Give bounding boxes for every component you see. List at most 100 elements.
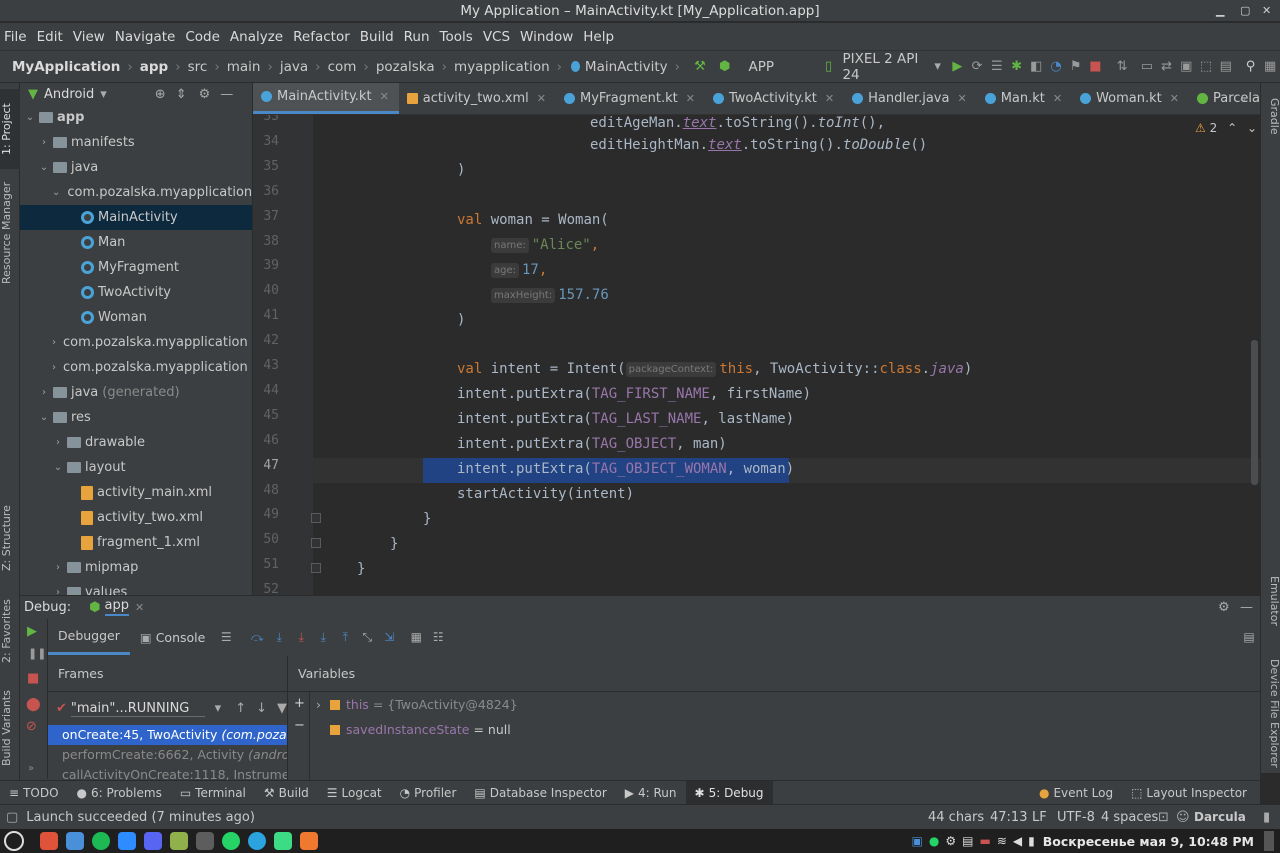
tree-item[interactable]: Man [20, 230, 252, 255]
fold-marker[interactable] [311, 513, 321, 523]
tabs-overflow-icon[interactable]: ⌄ [1238, 91, 1248, 105]
tool-tab-structure[interactable]: Z: Structure [0, 493, 20, 583]
tree-item[interactable]: › java (generated) [20, 380, 252, 405]
tree-item[interactable]: ⌄ res [20, 405, 252, 430]
chevron-down-icon[interactable]: ⌄ [24, 112, 36, 123]
editor-tab[interactable]: TwoActivity.kt ✕ [705, 83, 844, 114]
run-config-select[interactable]: APP [748, 59, 817, 75]
close-tab-icon[interactable]: ✕ [537, 92, 546, 105]
chevron-right-icon[interactable]: › [316, 697, 330, 712]
avd-manager-icon[interactable]: ▣ [1177, 56, 1195, 78]
close-tab-icon[interactable]: ✕ [825, 92, 834, 105]
maximize-icon[interactable]: ▢ [1240, 0, 1250, 22]
tool-tab-resource-manager[interactable]: Resource Manager [0, 178, 20, 288]
close-session-icon[interactable]: ✕ [135, 601, 144, 614]
tool-tab-todo[interactable]: ≡ TODO [0, 781, 68, 805]
sdk-manager-icon[interactable]: ⇄ [1158, 56, 1176, 78]
apply-code-changes-icon[interactable]: ☰ [988, 56, 1006, 78]
locate-file-icon[interactable]: ⊕ [155, 87, 166, 102]
tray-network-icon[interactable]: ⚙ [945, 834, 956, 848]
thread-dropdown-icon[interactable]: ▾ [215, 701, 222, 716]
trace-icon[interactable]: ☷ [430, 629, 446, 645]
view-dropdown-icon[interactable]: ▾ [100, 87, 107, 102]
discord-icon[interactable] [144, 832, 162, 850]
tree-item[interactable]: ›com.pozalska.myapplication( [20, 355, 252, 380]
menu-run[interactable]: Run [404, 29, 430, 45]
frame-down-icon[interactable]: ↓ [256, 701, 267, 716]
tool-tab-terminal[interactable]: ▭ Terminal [171, 781, 255, 805]
filter-icon[interactable]: ▼ [277, 701, 287, 716]
editor-tab[interactable]: Man.kt ✕ [977, 83, 1072, 114]
hide-panel-icon[interactable]: — [1240, 600, 1253, 615]
tray-whatsapp-icon[interactable]: ● [929, 834, 939, 848]
tree-item[interactable]: ⌄ com.pozalska.myapplication [20, 180, 252, 205]
tree-item[interactable]: MainActivity [20, 205, 252, 230]
menu-window[interactable]: Window [520, 29, 573, 45]
device-manager-icon[interactable]: ▭ [1138, 56, 1156, 78]
telegram-icon[interactable] [248, 832, 266, 850]
tool-tab-emulator[interactable]: Emulator [1261, 571, 1280, 631]
tab-console[interactable]: ▣ Console [130, 619, 215, 655]
os-menu-icon[interactable] [4, 831, 24, 851]
close-tab-icon[interactable]: ✕ [380, 90, 389, 103]
keyboard-layout-icon[interactable]: ▬ [979, 834, 990, 848]
tree-item[interactable]: ›com.pozalska.myapplication( [20, 330, 252, 355]
editor-tab[interactable]: Parcelable.java✕ [1189, 83, 1260, 114]
step-out-icon[interactable]: ⤒ [337, 629, 353, 645]
menu-edit[interactable]: Edit [37, 29, 63, 45]
line-separator[interactable]: LF [1032, 810, 1047, 825]
close-icon[interactable]: ✕ [1262, 0, 1271, 22]
gear-icon[interactable]: ⚙ [1218, 600, 1230, 615]
chevron-right-icon[interactable]: › [52, 587, 64, 595]
inspection-widget[interactable]: ⚠ 2 ⌃ ⌄ [1195, 121, 1257, 135]
mute-breakpoints-icon[interactable]: ⊘ [26, 719, 37, 734]
chevron-right-icon[interactable]: › [38, 137, 50, 148]
menu-icon[interactable]: ☰ [218, 629, 234, 645]
device-dropdown-icon[interactable]: ▾ [929, 56, 947, 78]
show-execution-point-icon[interactable]: ⤼ [249, 629, 265, 645]
editor-tab[interactable]: Woman.kt ✕ [1072, 83, 1189, 114]
whatsapp-icon[interactable] [222, 832, 240, 850]
chevron-down-icon[interactable]: ⌄ [38, 412, 50, 423]
tool-tab-gradle[interactable]: Gradle [1261, 91, 1280, 141]
run-icon[interactable]: ▶ [949, 56, 967, 78]
hide-panel-icon[interactable]: — [220, 87, 233, 102]
tray-clipboard-icon[interactable]: ▤ [962, 834, 973, 848]
indent-setting[interactable]: 4 spaces [1101, 810, 1158, 825]
close-tab-icon[interactable]: ✕ [957, 92, 966, 105]
tool-tab-profiler[interactable]: ◔ Profiler [391, 781, 466, 805]
chevron-right-icon[interactable]: › [38, 387, 50, 398]
breadcrumb-com[interactable]: com [328, 59, 357, 75]
breadcrumb-project[interactable]: MyApplication [12, 59, 120, 75]
volume-icon[interactable]: ◀ [1013, 834, 1022, 848]
force-step-into-icon[interactable]: ⤓ [315, 629, 331, 645]
thread-select[interactable]: "main"...RUNNING [70, 701, 205, 717]
breadcrumb-main[interactable]: main [227, 59, 261, 75]
code-editor[interactable]: 33 34 35 36 37 38 39 40 41 42 43 44 45 46 47 48 49 50 51 52… [253, 115, 1260, 595]
breadcrumb-java[interactable]: java [280, 59, 308, 75]
tree-item[interactable]: Woman [20, 305, 252, 330]
frame-row[interactable]: performCreate:6662, Activity(android.a [48, 745, 287, 765]
breadcrumb-mainactivity[interactable]: MainActivity [585, 59, 668, 75]
apply-changes-icon[interactable]: ⟳ [968, 56, 986, 78]
tool-tab-layout-inspector[interactable]: ⬚ Layout Inspector [1122, 781, 1256, 805]
zoom-icon[interactable] [118, 832, 136, 850]
variable-row[interactable]: savedInstanceState = null [316, 717, 518, 742]
spotify-icon[interactable] [92, 832, 110, 850]
tree-item[interactable]: ⌄ java [20, 155, 252, 180]
tool-tab-project[interactable]: 1: Project [0, 89, 20, 169]
chevron-right-icon[interactable]: › [52, 437, 64, 448]
tool-tab-device-file-explorer[interactable]: Device File Explorer [1261, 653, 1280, 773]
tool-tab-debug[interactable]: ✱ 5: Debug [685, 780, 773, 805]
tool-tab-event-log[interactable]: ● Event Log [1030, 781, 1122, 805]
chevron-down-icon[interactable]: ⌄ [52, 187, 60, 198]
settings-icon[interactable]: ▦ [1261, 56, 1279, 78]
tray-app-icon[interactable]: ▣ [912, 834, 923, 848]
menu-refactor[interactable]: Refactor [293, 29, 350, 45]
chrome-icon[interactable] [66, 832, 84, 850]
lock-icon[interactable]: ⊡ [1158, 810, 1169, 825]
profile-icon[interactable]: ◔ [1047, 56, 1065, 78]
add-watch-icon[interactable]: + [294, 696, 305, 711]
stop-icon[interactable]: ■ [27, 671, 39, 686]
menu-build[interactable]: Build [360, 29, 394, 45]
